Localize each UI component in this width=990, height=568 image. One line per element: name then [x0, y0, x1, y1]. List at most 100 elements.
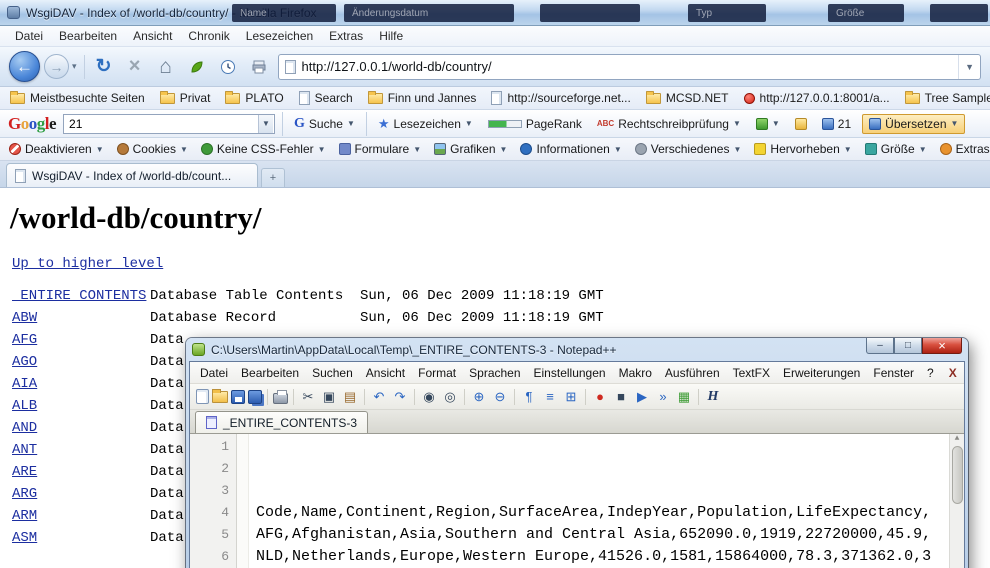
back-button[interactable]: ← — [9, 51, 40, 82]
notepadpp-titlebar[interactable]: C:\Users\Martin\AppData\Local\Temp\_ENTI… — [189, 338, 965, 361]
bookmark-item[interactable]: Tree Samples — [905, 91, 990, 105]
menu-item[interactable]: Ansicht — [360, 364, 411, 382]
menu-item[interactable]: Bearbeiten — [235, 364, 305, 382]
close-document-icon[interactable]: X — [941, 366, 965, 380]
save-icon[interactable] — [231, 390, 245, 404]
show-symbols-icon[interactable]: ¶ — [520, 388, 538, 406]
url-input[interactable] — [302, 59, 953, 74]
bookmark-item[interactable]: http://127.0.0.1:8001/a... — [744, 91, 890, 105]
counter-button[interactable]: 21 — [818, 115, 855, 133]
menu-item[interactable]: Makro — [613, 364, 658, 382]
view-html-icon[interactable]: H — [704, 388, 722, 406]
editor-area[interactable]: 123456 Code,Name,Continent,Region,Surfac… — [190, 434, 964, 568]
location-dropdown-icon[interactable]: ▼ — [958, 55, 974, 79]
stop-macro-icon[interactable]: ■ — [612, 388, 630, 406]
reload-button[interactable]: ↻ — [92, 55, 116, 79]
webdev-menu-button[interactable]: Formulare ▼ — [339, 142, 422, 156]
entry-link[interactable]: ABW — [12, 310, 150, 326]
stop-button[interactable]: × — [123, 55, 147, 79]
webdev-menu-button[interactable]: Deaktivieren ▼ — [9, 142, 104, 156]
highlighter-button[interactable] — [791, 116, 811, 132]
editor-text[interactable]: Code,Name,Continent,Region,SurfaceArea,I… — [249, 434, 964, 568]
forward-button[interactable]: → — [44, 54, 69, 79]
menu-item[interactable]: Einstellungen — [528, 364, 612, 382]
autofill-button[interactable]: ▼ — [752, 116, 784, 132]
bookmark-item[interactable]: Finn und Jannes — [368, 91, 477, 105]
webdev-menu-button[interactable]: Größe ▼ — [865, 142, 927, 156]
google-search-input[interactable] — [69, 117, 258, 131]
google-search-box[interactable]: ▼ — [63, 114, 275, 134]
editor-scrollbar[interactable]: ▲ — [949, 434, 964, 568]
bookmark-item[interactable]: PLATO — [225, 91, 283, 105]
replace-icon[interactable]: ◎ — [441, 388, 459, 406]
history-dropdown-icon[interactable]: ▾ — [72, 61, 77, 72]
entry-link[interactable]: AFG — [12, 332, 150, 348]
webdev-menu-button[interactable]: Hervorheben ▼ — [754, 142, 851, 156]
indent-guide-icon[interactable]: ⊞ — [562, 388, 580, 406]
menu-item[interactable]: Fenster — [867, 364, 920, 382]
pagerank-widget[interactable]: PageRank — [484, 115, 586, 133]
menu-item[interactable]: Ausführen — [659, 364, 726, 382]
entry-link[interactable]: AGO — [12, 354, 150, 370]
entry-link[interactable]: ANT — [12, 442, 150, 458]
search-history-dropdown-icon[interactable]: ▼ — [258, 115, 273, 133]
copy-icon[interactable]: ▣ — [320, 388, 338, 406]
menu-item[interactable]: Erweiterungen — [777, 364, 866, 382]
new-tab-button[interactable]: + — [261, 168, 285, 187]
spellcheck-button[interactable]: ABC Rechtschreibprüfung ▼ — [593, 115, 745, 133]
menu-item[interactable]: Bearbeiten — [52, 27, 124, 45]
location-bar[interactable]: ▼ — [278, 54, 981, 80]
entry-link[interactable]: ASM — [12, 530, 150, 546]
record-macro-icon[interactable]: ● — [591, 388, 609, 406]
play-macro-icon[interactable]: ▶ — [633, 388, 651, 406]
bookmark-item[interactable]: Meistbesuchte Seiten — [10, 91, 145, 105]
save-macro-icon[interactable]: ▦ — [675, 388, 693, 406]
webdev-menu-button[interactable]: Informationen ▼ — [520, 142, 621, 156]
find-icon[interactable]: ◉ — [420, 388, 438, 406]
menu-item[interactable]: Sprachen — [463, 364, 526, 382]
entry-link[interactable]: ARE — [12, 464, 150, 480]
paste-icon[interactable]: ▤ — [341, 388, 359, 406]
entry-link[interactable]: AND — [12, 420, 150, 436]
webdev-menu-button[interactable]: Cookies ▼ — [117, 142, 188, 156]
entry-link[interactable]: ALB — [12, 398, 150, 414]
bookmark-item[interactable]: MCSD.NET — [646, 91, 729, 105]
history-clock-icon[interactable] — [216, 55, 240, 79]
google-bookmarks-button[interactable]: ★ Lesezeichen ▼ — [374, 114, 477, 134]
redo-icon[interactable]: ↷ — [391, 388, 409, 406]
menu-item[interactable]: Hilfe — [372, 27, 410, 45]
firefox-titlebar[interactable]: WsgiDAV - Index of /world-db/country/ - … — [0, 0, 990, 26]
zoom-out-icon[interactable]: ⊖ — [491, 388, 509, 406]
maximize-button[interactable]: □ — [894, 338, 922, 354]
home-button[interactable]: ⌂ — [154, 55, 178, 79]
bookmark-item[interactable]: http://sourceforge.net... — [491, 91, 630, 105]
open-folder-icon[interactable] — [212, 391, 228, 403]
menu-item[interactable]: Datei — [8, 27, 50, 45]
menu-item[interactable]: Lesezeichen — [239, 27, 320, 45]
print-icon[interactable] — [273, 393, 288, 404]
leaf-addon-icon[interactable] — [185, 55, 209, 79]
minimize-button[interactable]: – — [866, 338, 894, 354]
menu-item[interactable]: TextFX — [727, 364, 776, 382]
word-wrap-icon[interactable]: ≡ — [541, 388, 559, 406]
entry-link[interactable]: ENTIRE CONTENTS — [12, 288, 150, 304]
entry-link[interactable]: ARM — [12, 508, 150, 524]
entry-link[interactable]: ARG — [12, 486, 150, 502]
bookmark-item[interactable]: Privat — [160, 91, 211, 105]
menu-item[interactable]: ? — [921, 364, 940, 382]
entry-link[interactable]: AIA — [12, 376, 150, 392]
webdev-menu-button[interactable]: Verschiedenes ▼ — [635, 142, 742, 156]
zoom-in-icon[interactable]: ⊕ — [470, 388, 488, 406]
run-multiple-icon[interactable]: » — [654, 388, 672, 406]
menu-item[interactable]: Format — [412, 364, 462, 382]
undo-icon[interactable]: ↶ — [370, 388, 388, 406]
menu-item[interactable]: Datei — [194, 364, 234, 382]
menu-item[interactable]: Ansicht — [126, 27, 179, 45]
close-button[interactable]: × — [922, 338, 962, 354]
menu-item[interactable]: Suchen — [306, 364, 359, 382]
document-tab[interactable]: _ENTIRE_CONTENTS-3 — [195, 411, 368, 433]
scroll-up-icon[interactable]: ▲ — [955, 434, 960, 443]
menu-item[interactable]: Extras — [322, 27, 370, 45]
new-file-icon[interactable] — [196, 389, 209, 404]
cut-icon[interactable]: ✂ — [299, 388, 317, 406]
